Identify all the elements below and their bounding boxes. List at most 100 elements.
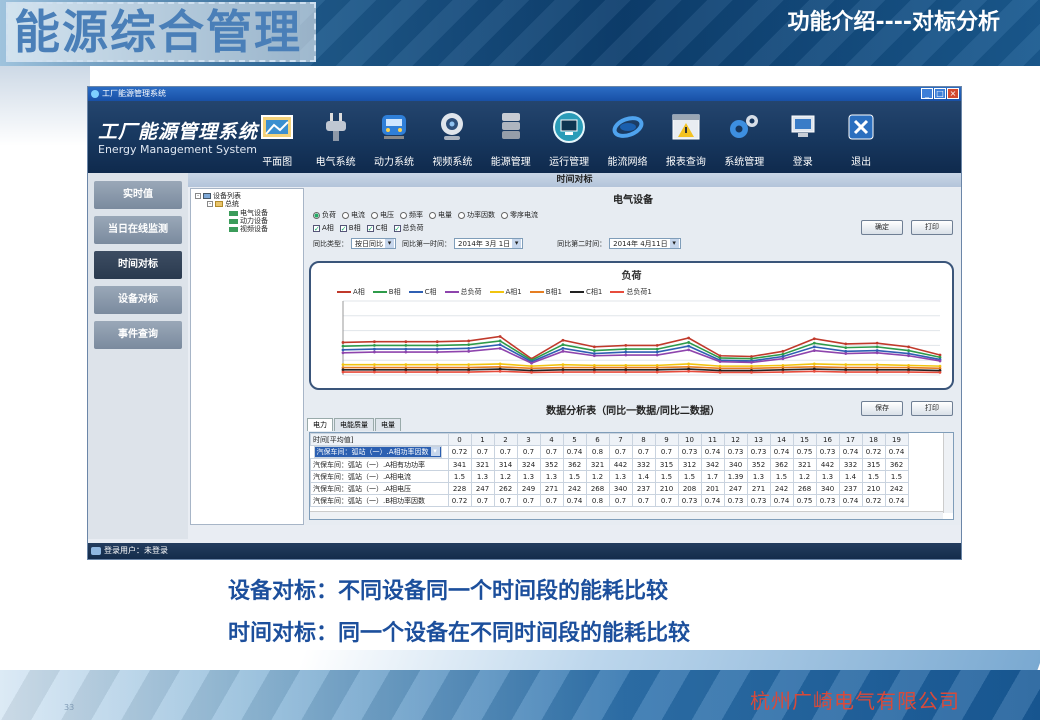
monitor-icon: [551, 109, 587, 145]
table-cell: 0.7: [608, 445, 633, 459]
table-row-label[interactable]: 汽保车间：弧站（一）.A相电压: [310, 482, 449, 495]
legend-item: C相: [408, 287, 437, 297]
nav-system[interactable]: 系统管理: [715, 104, 773, 172]
first-date-picker[interactable]: 2014年 3月 1日: [454, 238, 524, 249]
tab-energy[interactable]: 电量: [375, 418, 401, 431]
checkbox-phase-a[interactable]: ✓ A相: [313, 223, 334, 233]
data-point: [844, 352, 848, 355]
filter-row: 同比类型： 按日同比 同比第一时间： 2014年 3月 1日 同比第二时间： 2…: [313, 238, 687, 249]
table-row[interactable]: 汽保车间：弧站（一）.A相有功功率 341 321 314 324 352 362 321 44…: [310, 458, 909, 471]
table-cell: 0.72: [861, 494, 886, 507]
table-cell: 332: [631, 458, 656, 471]
nav-label: 能流网络: [607, 157, 648, 168]
nav-exit[interactable]: 退出: [832, 104, 890, 172]
table-row[interactable]: 汽保车间：弧站（一）.A相电压 228 247 262 249 271 242 268 340 2…: [310, 482, 909, 495]
table-header-cell: 3: [516, 433, 541, 446]
app-window: 工厂能源管理系统 _ □ × 工厂能源管理系统 Energy Managemen…: [87, 86, 962, 560]
maximize-button[interactable]: □: [934, 88, 946, 99]
tree-leaf-video[interactable]: 视频设备: [229, 224, 268, 234]
compare-type-select[interactable]: 按日同比: [351, 238, 396, 249]
table-cell: 341: [447, 458, 472, 471]
radio-dot-icon: [342, 211, 349, 219]
vertical-scrollbar[interactable]: [943, 433, 953, 513]
table-cell: 1.3: [746, 470, 771, 483]
second-date-picker[interactable]: 2014年 4月11日: [609, 238, 681, 249]
nav-login[interactable]: 登录: [774, 104, 832, 172]
table-row[interactable]: 汽保车间：弧站（一）.B相功率因数 0.72 0.7 0.7 0.7 0.7 0.74 0.8…: [310, 494, 909, 507]
tab-power-quality[interactable]: 电能质量: [334, 418, 374, 431]
horizontal-scrollbar[interactable]: [310, 511, 943, 519]
checkbox-phase-c[interactable]: ✓ C相: [366, 223, 388, 233]
radio-power-factor[interactable]: 功率因数: [458, 210, 495, 220]
table-row[interactable]: 汽保车间：弧站（一）.A相电流 1.5 1.3 1.2 1.3 1.3 1.5 1.2 1.3 1…: [310, 470, 909, 483]
radio-zero-seq-current[interactable]: 零序电流: [501, 210, 538, 220]
table-header-cell: 0: [447, 433, 472, 446]
phase-checkbox-group: ✓ A相 ✓ B相 ✓ C相 ✓ 总负荷: [313, 223, 424, 233]
sidebar-item-realtime[interactable]: 实时值: [94, 181, 182, 209]
legend-item: 总负荷: [444, 287, 482, 297]
nav-network[interactable]: 能流网络: [598, 104, 656, 172]
table-row-label[interactable]: 汽保车间：弧站（一）.A相有功功率: [310, 458, 449, 471]
data-point: [875, 351, 879, 355]
radio-energy[interactable]: 电量: [429, 210, 452, 220]
second-time-label: 同比第二时间：: [557, 239, 607, 248]
nav-electrical[interactable]: 电气系统: [306, 104, 364, 172]
sidebar-item-daily-monitor[interactable]: 当日在线监测: [94, 216, 182, 244]
collapse-icon[interactable]: -: [207, 201, 213, 207]
data-point: [844, 346, 848, 350]
data-point: [373, 347, 376, 351]
nav-report[interactable]: 报表查询: [657, 104, 715, 172]
data-point: [781, 357, 785, 361]
radio-load[interactable]: 负荷: [313, 210, 336, 220]
legend-swatch: [489, 291, 504, 293]
table-cell: 0.7: [654, 494, 679, 507]
print-table-button[interactable]: 打印: [911, 401, 953, 416]
exit-icon: [843, 109, 879, 145]
user-icon: [91, 547, 101, 555]
sidebar-item-time-benchmark[interactable]: 时间对标: [94, 251, 182, 279]
table-cell: 1.7: [700, 470, 725, 483]
table-cell: 0.73: [746, 445, 771, 459]
checkbox-phase-b[interactable]: ✓ B相: [339, 223, 361, 233]
table-cell: 321: [585, 458, 610, 471]
data-point: [404, 340, 408, 344]
confirm-button[interactable]: 确定: [861, 220, 903, 235]
nav-video[interactable]: 视频系统: [423, 104, 481, 172]
caption-time-benchmark: 时间对标：同一个设备在不同时间段的能耗比较: [228, 621, 691, 646]
data-table: 时间[平均值] 0 1 2 3 4 5 6 7 8 9 10 11 12 13 14 15 16 17 18 19 汽保车…: [309, 432, 954, 520]
device-icon: [229, 218, 238, 224]
sidebar-item-device-benchmark[interactable]: 设备对标: [94, 286, 182, 314]
radio-current[interactable]: 电流: [342, 210, 365, 220]
nav-floorplan[interactable]: 平面图: [248, 104, 306, 172]
table-cell: 0.73: [723, 445, 748, 459]
legend-label: A相: [353, 288, 365, 296]
radio-voltage[interactable]: 电压: [371, 210, 394, 220]
table-header-cell: 12: [723, 433, 748, 446]
save-button[interactable]: 保存: [861, 401, 903, 416]
table-cell: 340: [723, 458, 748, 471]
slide-banner: 能源综合管理 功能介绍----对标分析: [0, 0, 1040, 66]
table-row-label[interactable]: 汽保车间：弧站（一）.A相电流: [310, 470, 449, 483]
table-row[interactable]: 汽保车间：弧站（一）.A相功率因数0.720.70.70.70.70.740.8…: [311, 445, 909, 459]
data-point: [561, 346, 565, 350]
nav-energy[interactable]: 能源管理: [482, 104, 540, 172]
table-cell: 271: [746, 482, 771, 495]
close-button[interactable]: ×: [947, 88, 959, 99]
data-point: [404, 344, 408, 347]
radio-frequency[interactable]: 频率: [400, 210, 423, 220]
data-point: [373, 344, 376, 347]
table-row-label[interactable]: 汽保车间：弧站（一）.A相功率因数: [313, 446, 442, 458]
tab-power[interactable]: 电力: [307, 418, 333, 431]
checkbox-total-load[interactable]: ✓ 总负荷: [393, 223, 424, 233]
collapse-icon[interactable]: -: [195, 193, 201, 199]
data-point: [404, 350, 408, 354]
nav-operation[interactable]: 运行管理: [540, 104, 598, 172]
table-cell: 0.8: [585, 494, 610, 507]
nav-power[interactable]: 动力系统: [365, 104, 423, 172]
table-row-label[interactable]: 汽保车间：弧站（一）.B相功率因数: [310, 494, 449, 507]
sidebar: 实时值 当日在线监测 时间对标 设备对标 事件查询: [88, 173, 188, 539]
print-button[interactable]: 打印: [911, 220, 953, 235]
sidebar-item-event-query[interactable]: 事件查询: [94, 321, 182, 349]
minimize-button[interactable]: _: [921, 88, 933, 99]
check-icon: ✓: [366, 224, 374, 233]
